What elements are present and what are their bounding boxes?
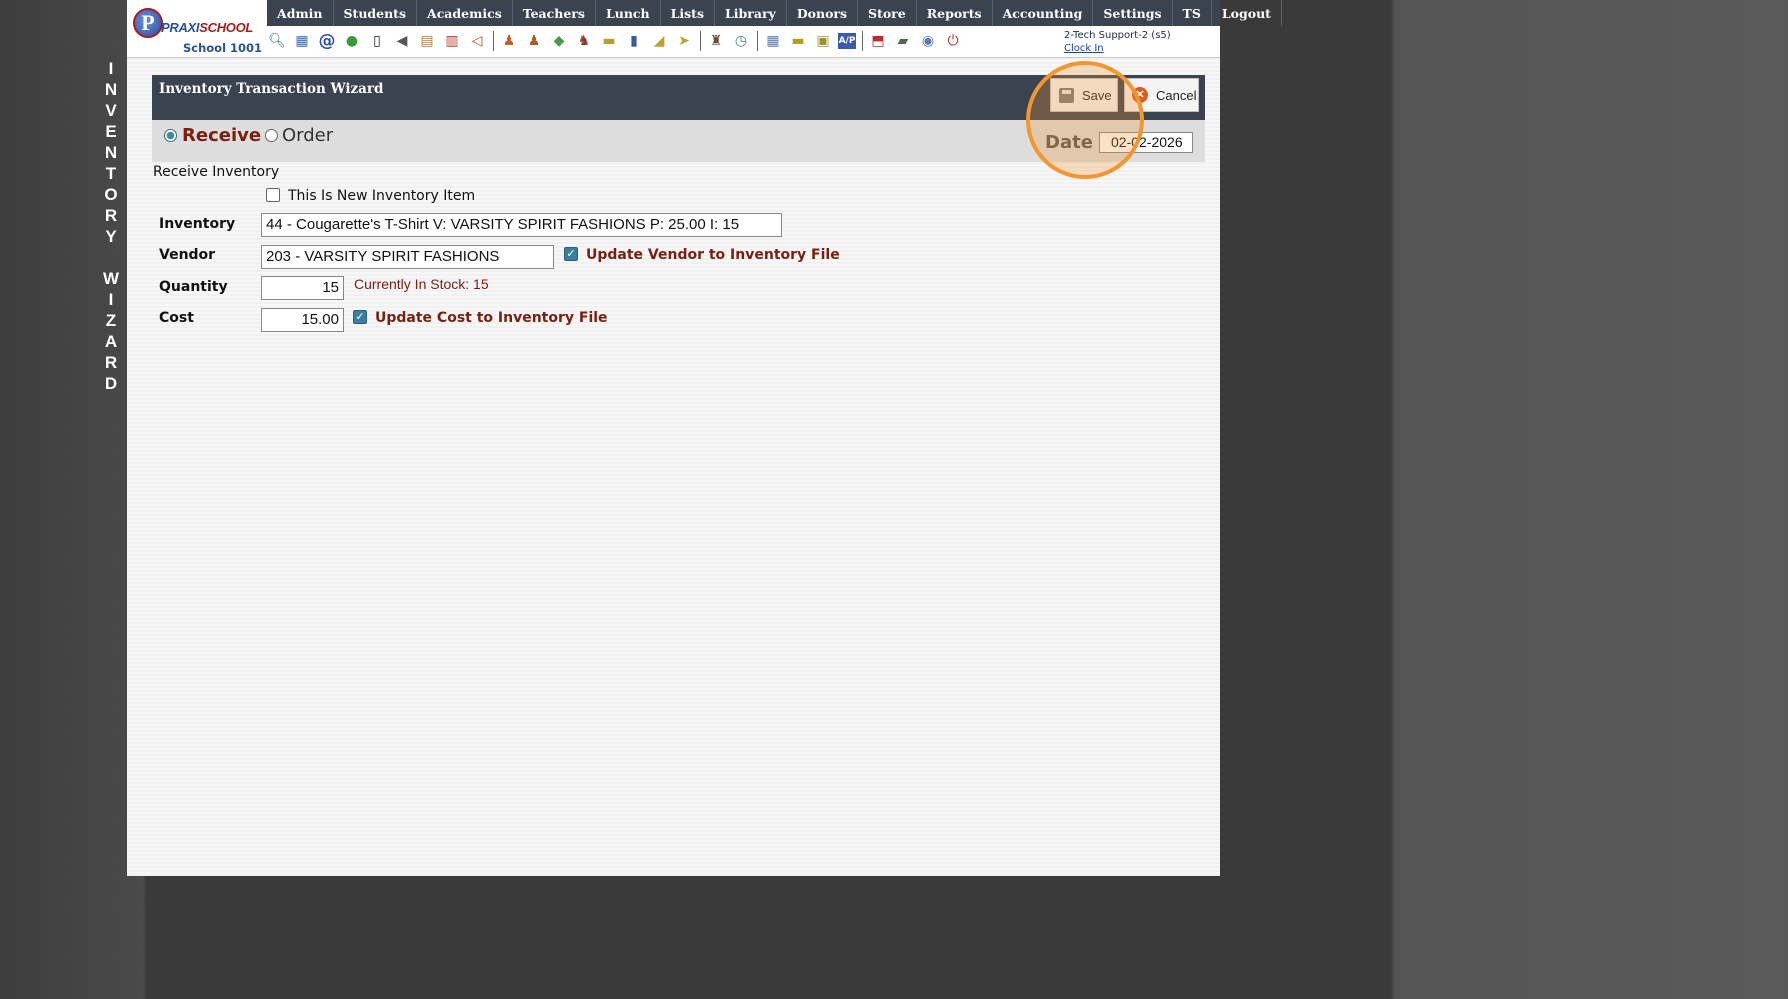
lunch-icon[interactable]: ▬ xyxy=(599,31,619,51)
printer-icon[interactable]: ▣ xyxy=(813,31,833,51)
toolbar-separator xyxy=(757,31,758,51)
nav-ts[interactable]: TS xyxy=(1173,0,1212,26)
quantity-label: Quantity xyxy=(159,279,228,295)
nav-logout[interactable]: Logout xyxy=(1212,0,1282,26)
nav-donors[interactable]: Donors xyxy=(787,0,859,26)
update-vendor-label[interactable]: Update Vendor to Inventory File xyxy=(586,247,840,263)
date-label: Date xyxy=(1045,132,1093,153)
clock-icon[interactable]: ◷ xyxy=(731,31,751,51)
save-icon xyxy=(1058,87,1074,103)
toolbar-separator xyxy=(862,31,863,51)
nav-store[interactable]: Store xyxy=(858,0,917,26)
cancel-button[interactable]: ✕ Cancel xyxy=(1124,78,1199,112)
receive-radio[interactable] xyxy=(164,129,177,142)
logo-mark: P xyxy=(133,8,163,38)
update-vendor-checkbox[interactable]: ✓ xyxy=(564,247,578,261)
toolbar-separator xyxy=(700,31,701,51)
ap-icon[interactable]: A/P xyxy=(838,33,856,49)
nav-lunch[interactable]: Lunch xyxy=(596,0,661,26)
receive-label[interactable]: Receive xyxy=(182,125,261,146)
book-icon[interactable]: ▮ xyxy=(624,31,644,51)
nav-admin[interactable]: Admin xyxy=(267,0,334,26)
person-alt-icon[interactable]: ♟ xyxy=(524,31,544,51)
toolbar-separator xyxy=(493,31,494,51)
card-icon[interactable]: ▬ xyxy=(788,31,808,51)
at-sign-icon[interactable]: @ xyxy=(317,31,337,51)
nav-academics[interactable]: Academics xyxy=(417,0,513,26)
nav-library[interactable]: Library xyxy=(715,0,787,26)
cash-icon[interactable]: ▰ xyxy=(893,31,913,51)
update-cost-label[interactable]: Update Cost to Inventory File xyxy=(375,310,608,326)
header: P PRAXISCHOOL School 1001 Admin Students… xyxy=(127,0,1282,58)
nav-accounting[interactable]: Accounting xyxy=(993,0,1094,26)
user-info: 2-Tech Support-2 (s5) Clock In xyxy=(1064,29,1171,55)
help-icon[interactable]: ◉ xyxy=(918,31,938,51)
logo-brand: PRAXISCHOOL xyxy=(161,20,253,35)
calendar-grid-icon[interactable]: ▦ xyxy=(292,31,312,51)
wizard-header: Inventory Transaction Wizard Save ✕ Canc… xyxy=(152,75,1205,120)
cancel-label: Cancel xyxy=(1156,87,1197,103)
search-icon[interactable]: 🔍︎ xyxy=(267,31,287,51)
logo-brand-a: PRAXI xyxy=(161,20,200,35)
save-label: Save xyxy=(1082,87,1112,103)
speaker-icon[interactable]: ◀ xyxy=(392,31,412,51)
phone-icon[interactable]: ▯ xyxy=(367,31,387,51)
export-icon[interactable]: ➤ xyxy=(674,31,694,51)
school-label: School 1001 xyxy=(183,41,263,55)
new-item-label[interactable]: This Is New Inventory Item xyxy=(288,188,475,204)
section-title: Receive Inventory xyxy=(153,164,280,180)
date-input[interactable]: 02-02-2026 xyxy=(1099,132,1193,153)
nav-settings[interactable]: Settings xyxy=(1093,0,1173,26)
vendor-input[interactable]: 203 - VARSITY SPIRIT FASHIONS xyxy=(261,245,554,269)
save-button[interactable]: Save xyxy=(1050,78,1118,112)
logo-brand-b: SCHOOL xyxy=(199,20,254,35)
power-icon[interactable]: ⏻ xyxy=(943,31,963,51)
chat-icon[interactable]: ● xyxy=(342,31,362,51)
nav-reports[interactable]: Reports xyxy=(917,0,993,26)
vendor-label: Vendor xyxy=(159,247,216,263)
mode-bar: Receive Order Date 02-02-2026 xyxy=(152,120,1205,162)
order-radio[interactable] xyxy=(265,129,278,142)
cancel-icon: ✕ xyxy=(1132,87,1148,103)
nav-teachers[interactable]: Teachers xyxy=(513,0,596,26)
megaphone-icon[interactable]: ◁ xyxy=(467,31,487,51)
inventory-label: Inventory xyxy=(159,216,236,232)
money-icon[interactable]: ◆ xyxy=(549,31,569,51)
stock-text: Currently In Stock: 15 xyxy=(354,276,489,292)
app-window: P PRAXISCHOOL School 1001 Admin Students… xyxy=(127,0,1282,876)
user-name: 2-Tech Support-2 (s5) xyxy=(1064,30,1171,41)
person-icon[interactable]: ♟ xyxy=(499,31,519,51)
cost-label: Cost xyxy=(159,310,194,326)
quantity-input[interactable]: 15 xyxy=(261,276,344,300)
toolbar: 🔍︎ ▦ @ ● ▯ ◀ ▤ ▥ ◁ ♟ ♟ ◆ ♞ ▬ ▮ ◢ ➤ ♜ ◷ ▦… xyxy=(267,29,968,53)
main-nav: Admin Students Academics Teachers Lunch … xyxy=(267,0,1282,26)
new-item-checkbox[interactable] xyxy=(266,188,280,202)
wizard-title: Inventory Transaction Wizard xyxy=(159,81,384,97)
nav-lists[interactable]: Lists xyxy=(661,0,715,26)
group-icon[interactable]: ♞ xyxy=(574,31,594,51)
side-title: I N V E N T O R Y W I Z A R D xyxy=(102,59,120,393)
teacher-icon[interactable]: ♜ xyxy=(706,31,726,51)
table-icon[interactable]: ▦ xyxy=(763,31,783,51)
order-label[interactable]: Order xyxy=(282,125,333,146)
update-cost-checkbox[interactable]: ✓ xyxy=(353,310,367,324)
broom-icon[interactable]: ◢ xyxy=(649,31,669,51)
clock-in-link[interactable]: Clock In xyxy=(1064,42,1171,55)
nav-students[interactable]: Students xyxy=(334,0,417,26)
pdf-icon[interactable]: ⬒ xyxy=(868,31,888,51)
cost-input[interactable]: 15.00 xyxy=(261,308,344,332)
form-icon[interactable]: ▤ xyxy=(417,31,437,51)
calendar-icon[interactable]: ▥ xyxy=(442,31,462,51)
inventory-input[interactable]: 44 - Cougarette's T-Shirt V: VARSITY SPI… xyxy=(261,213,782,237)
logo[interactable]: P PRAXISCHOOL School 1001 xyxy=(129,2,263,55)
